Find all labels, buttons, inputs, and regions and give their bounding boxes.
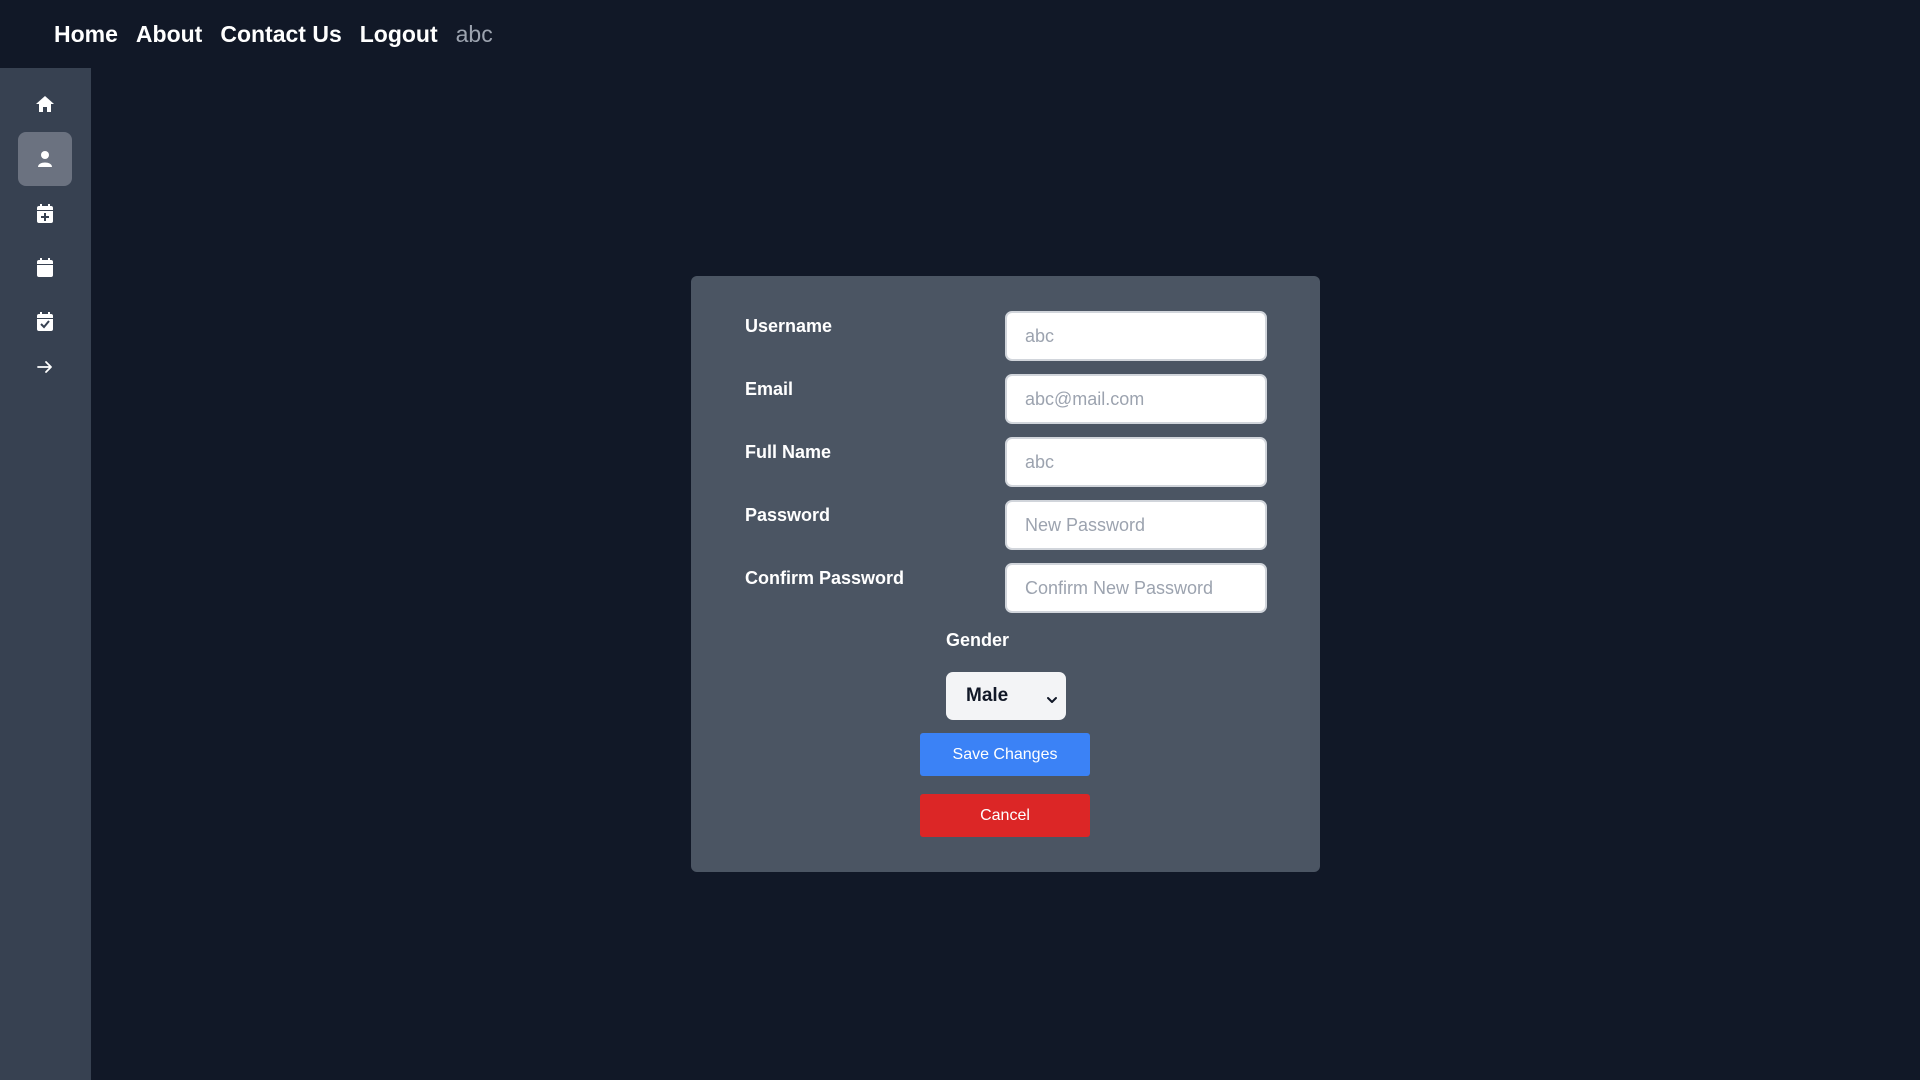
sidebar-item-add-event[interactable] (18, 186, 72, 240)
current-username: abc (455, 20, 493, 47)
calendar-icon (37, 257, 53, 277)
calendar-check-icon (37, 311, 53, 331)
top-navigation: Home About Contact Us Logout abc (0, 0, 1920, 68)
nav-about-link[interactable]: About (136, 21, 202, 48)
calendar-plus-icon (37, 203, 53, 223)
chevron-down-icon (1046, 689, 1058, 711)
password-label: Password (745, 505, 831, 525)
email-input[interactable] (1005, 374, 1267, 424)
nav-logout-link[interactable]: Logout (360, 21, 438, 48)
sidebar-item-home[interactable] (18, 77, 72, 131)
full-name-input[interactable] (1005, 437, 1267, 487)
gender-label: Gender (946, 630, 1010, 650)
confirm-password-label: Confirm Password (745, 568, 905, 588)
username-input[interactable] (1005, 311, 1267, 361)
username-label: Username (745, 316, 833, 336)
sidebar-item-calendar[interactable] (18, 240, 72, 294)
arrow-right-icon (37, 360, 53, 374)
sidebar-item-logout[interactable] (18, 340, 72, 394)
save-changes-button[interactable]: Save Changes (920, 733, 1090, 776)
user-icon (37, 150, 53, 168)
gender-select-value: Male (966, 685, 1009, 706)
email-label: Email (745, 379, 794, 399)
home-icon (35, 95, 55, 113)
confirm-password-input[interactable] (1005, 563, 1267, 613)
profile-form-card: Username Email Full Name Password Confir… (691, 276, 1320, 872)
sidebar-item-profile[interactable] (18, 132, 72, 186)
nav-contact-link[interactable]: Contact Us (220, 21, 341, 48)
full-name-label: Full Name (745, 442, 832, 462)
gender-select[interactable]: Male (946, 672, 1066, 720)
cancel-button[interactable]: Cancel (920, 794, 1090, 837)
nav-home-link[interactable]: Home (54, 21, 118, 48)
sidebar (0, 68, 91, 1080)
password-input[interactable] (1005, 500, 1267, 550)
